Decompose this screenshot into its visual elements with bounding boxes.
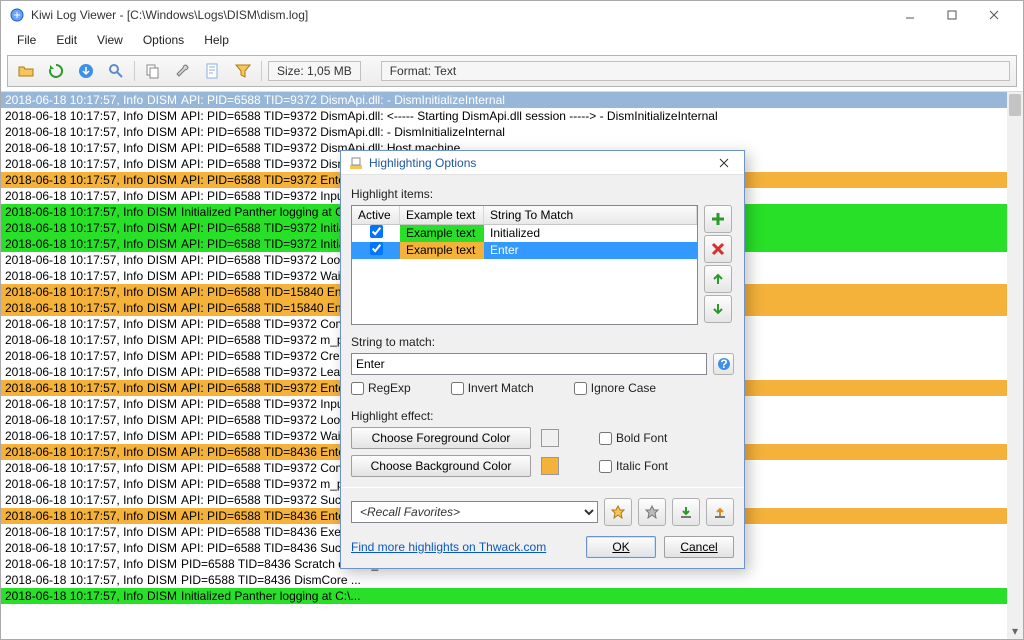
open-button[interactable] [14,59,38,83]
copy-icon [144,62,162,80]
bold-font-checkbox[interactable]: Bold Font [599,431,667,445]
settings-button[interactable] [171,59,195,83]
highlighting-options-dialog: Highlighting Options Highlight items: Ac… [340,150,745,569]
toolbar: Size: 1,05 MB Format: Text [7,55,1017,87]
log-row[interactable]: 2018-06-18 10:17:57, InfoDISMInitialized… [1,588,1023,604]
arrow-down-circle-icon [77,62,95,80]
arrow-up-icon [710,271,726,287]
star-minus-icon [645,505,659,519]
highlight-rule-row[interactable]: Example textEnter [352,242,697,259]
log-row[interactable]: 2018-06-18 10:17:57, InfoDISMPID=6588 TI… [1,572,1023,588]
highlight-rule-row[interactable]: Example textInitialized [352,225,697,242]
folder-open-icon [17,62,35,80]
remove-favorite-button[interactable] [638,498,666,526]
string-to-match-label: String to match: [351,335,734,349]
close-button[interactable] [973,1,1015,29]
log-row[interactable]: 2018-06-18 10:17:57, InfoDISMAPI: PID=65… [1,108,1023,124]
ignore-case-checkbox[interactable]: Ignore Case [574,381,656,395]
page-icon [204,62,222,80]
wrench-icon [174,62,192,80]
import-button[interactable] [672,498,700,526]
dialog-title: Highlighting Options [369,156,712,170]
highlight-effect-label: Highlight effect: [351,409,734,423]
rule-active-checkbox[interactable] [370,242,383,255]
format-label: Format: Text [381,61,1010,81]
move-down-button[interactable] [704,295,732,323]
invert-match-checkbox[interactable]: Invert Match [451,381,534,395]
arrow-down-icon [710,301,726,317]
maximize-button[interactable] [931,1,973,29]
fg-color-swatch [541,429,559,447]
add-rule-button[interactable] [704,205,732,233]
scroll-down-arrow[interactable]: ▾ [1007,623,1023,639]
ok-button[interactable]: OK [586,536,656,558]
funnel-icon [234,62,252,80]
export-icon [713,505,727,519]
separator [261,61,262,81]
x-icon [710,241,726,257]
export-button[interactable] [706,498,734,526]
app-icon [9,7,25,23]
menu-edit[interactable]: Edit [48,31,85,49]
dialog-titlebar[interactable]: Highlighting Options [341,151,744,175]
col-match[interactable]: String To Match [484,206,697,224]
menu-help[interactable]: Help [196,31,237,49]
question-icon: ? [717,357,731,371]
delete-rule-button[interactable] [704,235,732,263]
download-button[interactable] [74,59,98,83]
refresh-button[interactable] [44,59,68,83]
plus-icon [710,211,726,227]
bg-color-swatch [541,457,559,475]
menu-options[interactable]: Options [135,31,192,49]
move-up-button[interactable] [704,265,732,293]
choose-bg-color-button[interactable]: Choose Background Color [351,455,531,477]
separator [134,61,135,81]
import-icon [679,505,693,519]
size-label: Size: 1,05 MB [268,61,361,81]
highlight-items-grid[interactable]: Active Example text String To Match Exam… [351,205,698,325]
string-to-match-input[interactable] [351,353,707,375]
titlebar[interactable]: Kiwi Log Viewer - [C:\Windows\Logs\DISM\… [1,1,1023,29]
search-icon [107,62,125,80]
window-title: Kiwi Log Viewer - [C:\Windows\Logs\DISM\… [31,8,889,22]
italic-font-checkbox[interactable]: Italic Font [599,459,668,473]
log-row[interactable]: 2018-06-18 10:17:57, InfoDISMAPI: PID=65… [1,92,1023,108]
refresh-icon [47,62,65,80]
cancel-button[interactable]: Cancel [664,536,734,558]
menu-view[interactable]: View [89,31,131,49]
highlight-items-label: Highlight items: [351,187,734,201]
choose-fg-color-button[interactable]: Choose Foreground Color [351,427,531,449]
scroll-thumb[interactable] [1009,94,1021,116]
menu-file[interactable]: File [9,31,44,49]
filter-button[interactable] [231,59,255,83]
star-plus-icon [611,505,625,519]
help-button[interactable]: ? [713,353,734,375]
recall-favorites-select[interactable]: <Recall Favorites> [351,501,598,523]
thwack-link[interactable]: Find more highlights on Thwack.com [351,540,586,554]
clear-button[interactable] [201,59,225,83]
log-row[interactable]: 2018-06-18 10:17:57, InfoDISMAPI: PID=65… [1,124,1023,140]
vertical-scrollbar[interactable]: ▴ ▾ [1007,92,1023,639]
col-example[interactable]: Example text [400,206,484,224]
dialog-close-button[interactable] [712,152,736,174]
col-active[interactable]: Active [352,206,400,224]
copy-button[interactable] [141,59,165,83]
minimize-button[interactable] [889,1,931,29]
highlight-icon [349,156,363,170]
rule-active-checkbox[interactable] [370,225,383,238]
add-favorite-button[interactable] [604,498,632,526]
find-button[interactable] [104,59,128,83]
menubar: File Edit View Options Help [1,29,1023,51]
regexp-checkbox[interactable]: RegExp [351,381,411,395]
svg-text:?: ? [720,357,727,371]
